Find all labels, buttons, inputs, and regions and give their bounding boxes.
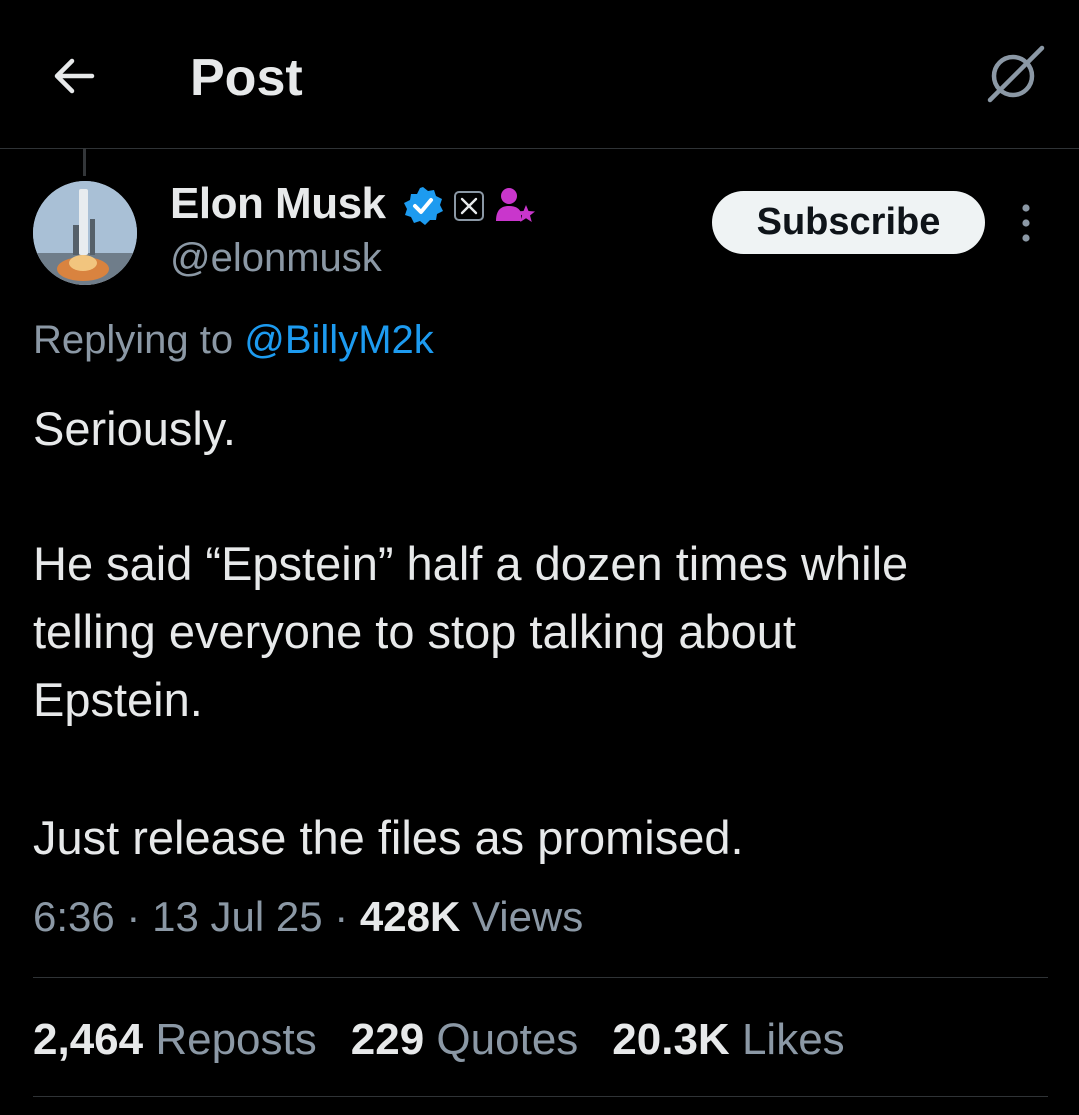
verified-badge-icon <box>404 187 443 225</box>
replying-to-label: Replying to <box>33 318 234 362</box>
replying-to: Replying to @BillyM2k <box>33 316 434 364</box>
post-time[interactable]: 6:36 <box>33 893 115 940</box>
engagement-stats: 2,464 Reposts 229 Quotes 20.3K Likes <box>33 1013 845 1067</box>
divider <box>33 1096 1048 1097</box>
grok-icon <box>987 45 1045 103</box>
subscribe-button[interactable]: Subscribe <box>712 191 985 254</box>
quotes-stat[interactable]: 229 Quotes <box>351 1013 579 1067</box>
meta-separator: · <box>126 893 141 940</box>
divider <box>33 977 1048 978</box>
likes-stat[interactable]: 20.3K Likes <box>612 1013 844 1067</box>
quotes-label: Quotes <box>436 1015 579 1064</box>
post-text-line: telling everyone to stop talking about <box>33 605 796 658</box>
thread-connector-line <box>83 148 86 176</box>
author-handle[interactable]: @elonmusk <box>170 234 382 282</box>
subscriber-icon <box>496 188 535 222</box>
grok-button[interactable] <box>982 44 1048 104</box>
post-text-line: Epstein. <box>33 673 203 726</box>
post-text-line: Seriously. <box>33 402 236 455</box>
post-date[interactable]: 13 Jul 25 <box>152 893 322 940</box>
post-text-line: He said “Epstein” half a dozen times whi… <box>33 537 909 590</box>
likes-count: 20.3K <box>612 1015 730 1064</box>
avatar[interactable] <box>33 181 137 285</box>
reposts-label: Reposts <box>155 1015 317 1064</box>
more-options-button[interactable] <box>1006 200 1046 246</box>
replying-to-link[interactable]: @BillyM2k <box>244 318 434 362</box>
quotes-count: 229 <box>350 1015 425 1064</box>
x-affiliate-icon <box>454 191 484 221</box>
post-metadata: 6:36 · 13 Jul 25 · 428K Views <box>33 892 583 942</box>
author-badges <box>402 184 536 228</box>
page-title: Post <box>190 49 303 107</box>
views-label: Views <box>471 893 584 940</box>
views-count: 428K <box>359 893 461 940</box>
back-button[interactable] <box>48 50 100 102</box>
post-text-line: Just release the files as promised. <box>33 811 744 864</box>
more-vertical-icon <box>1022 204 1030 242</box>
author-name[interactable]: Elon Musk <box>170 178 386 230</box>
reposts-stat[interactable]: 2,464 Reposts <box>33 1013 317 1067</box>
arrow-left-icon <box>54 58 95 94</box>
top-bar: Post <box>0 0 1079 149</box>
likes-label: Likes <box>741 1015 845 1064</box>
meta-separator: · <box>334 893 349 940</box>
reposts-count: 2,464 <box>33 1015 144 1064</box>
rocket-launch-icon <box>33 181 137 285</box>
